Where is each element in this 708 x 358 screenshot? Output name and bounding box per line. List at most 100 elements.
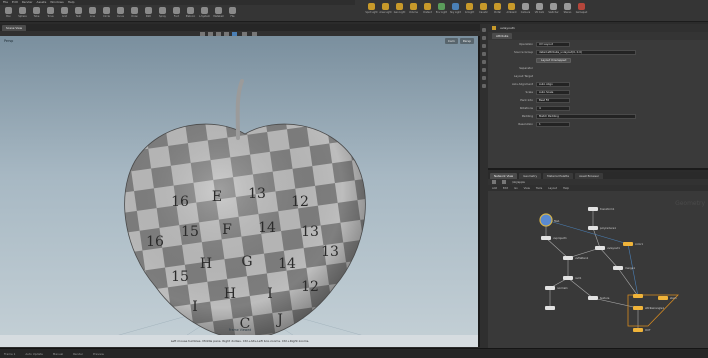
- brush-icon[interactable]: [482, 60, 486, 64]
- node-label: normal1: [557, 286, 568, 290]
- node-graph[interactable]: file1 transform1 polyreduce1 uvproject1 …: [488, 198, 708, 350]
- status-item[interactable]: Auto Update: [25, 352, 43, 356]
- shelf-tool[interactable]: File: [227, 6, 238, 20]
- shelf-light-tool[interactable]: Sky Light: [450, 2, 461, 16]
- view-icon[interactable]: [482, 76, 486, 80]
- shelf-light-tool[interactable]: Portal: [492, 2, 503, 16]
- network-menu-item[interactable]: Go: [514, 187, 518, 190]
- shelf-light-tool[interactable]: VR Cam: [534, 2, 545, 16]
- shelf-tool[interactable]: Draw: [129, 6, 140, 20]
- node-label: file1: [554, 219, 560, 223]
- network-path[interactable]: /obj/apple: [512, 181, 525, 184]
- camera-icon[interactable]: [482, 84, 486, 88]
- network-menu-item[interactable]: Tools: [536, 187, 542, 190]
- shelf-tool[interactable]: Line: [87, 6, 98, 20]
- shelf-light-tool[interactable]: Ambient: [506, 2, 517, 16]
- node-name[interactable]: uvlayout1: [500, 26, 515, 30]
- shelf-tool[interactable]: Torus: [45, 6, 56, 20]
- shelf-tool[interactable]: Path: [143, 6, 154, 20]
- forward-icon[interactable]: [502, 180, 506, 184]
- parameter-field[interactable]: Match Padding: [536, 113, 636, 119]
- shelf-tool[interactable]: Sphere: [17, 6, 28, 20]
- shelf-tool[interactable]: L-System: [199, 6, 210, 20]
- parameter-tabs: Attribute: [488, 32, 708, 40]
- menu-item[interactable]: Help: [68, 0, 75, 5]
- parameter-field[interactable]: 4: [536, 105, 570, 111]
- tab-scene-view[interactable]: Scene View: [2, 24, 27, 31]
- scale-icon[interactable]: [482, 52, 486, 56]
- network-menu-item[interactable]: Edit: [503, 187, 508, 190]
- menu-item[interactable]: Edit: [12, 0, 18, 5]
- shelf-tool[interactable]: Tube: [31, 6, 42, 20]
- shelf-tool-label: Distant: [423, 11, 432, 14]
- shelf-tool[interactable]: Font: [171, 6, 182, 20]
- shelf-tool[interactable]: Grid: [59, 6, 70, 20]
- select-icon[interactable]: [482, 28, 486, 32]
- shelf-light-tool[interactable]: Stereo: [562, 2, 573, 16]
- tab-attribute[interactable]: Attribute: [492, 33, 513, 39]
- status-item[interactable]: Render: [73, 352, 83, 356]
- apple-model[interactable]: E 13 16 12 F 15 14 13 16 G H 14 13 15 H …: [120, 76, 370, 346]
- network-menu-item[interactable]: View: [524, 187, 530, 190]
- menu-item[interactable]: File: [3, 0, 8, 5]
- shelf-light-tool[interactable]: Camera: [520, 2, 531, 16]
- shelf-light-tool[interactable]: GI Light: [464, 2, 475, 16]
- shelf-light-tool[interactable]: Area Light: [379, 2, 392, 16]
- parameter-button[interactable]: Layout Unwrapped: [536, 57, 572, 63]
- menu-item[interactable]: Assets: [37, 0, 47, 5]
- shelf-light-tool[interactable]: Distant: [422, 2, 433, 16]
- shelf-tool-icon: [215, 7, 222, 14]
- shelf-light-tool[interactable]: Caustic: [478, 2, 489, 16]
- status-item[interactable]: Preview: [93, 352, 104, 356]
- shelf-tool-label: Circle: [103, 15, 110, 18]
- network-menu-item[interactable]: Layout: [548, 187, 557, 190]
- light-icon: [452, 3, 459, 10]
- network-tab[interactable]: Network View: [490, 172, 518, 179]
- status-item[interactable]: Frame 1: [4, 352, 15, 356]
- rotate-icon[interactable]: [482, 44, 486, 48]
- parameter-field[interactable]: UV Layout: [536, 41, 570, 47]
- shelf-tool-icon: [229, 7, 236, 14]
- parameter-field[interactable]: detail:attribute_uvlayout(0, 0.0): [536, 49, 636, 55]
- parameter-field[interactable]: Auto Scale: [536, 89, 570, 95]
- shelf-light-tool[interactable]: Geo Light: [394, 2, 405, 16]
- shelf-light-tool[interactable]: Env Light: [436, 2, 447, 16]
- shelf-tool[interactable]: Null: [73, 6, 84, 20]
- shelf-light-tool[interactable]: Gamepad: [576, 2, 587, 16]
- shelf-tool-label: Box: [6, 15, 11, 18]
- network-tab[interactable]: Asset Browser: [575, 172, 603, 179]
- edit-icon[interactable]: [482, 68, 486, 72]
- node-body: [588, 226, 598, 230]
- shelf-tool[interactable]: Box: [3, 6, 14, 20]
- node-body: [541, 236, 551, 240]
- parameter-row: Layout Target: [488, 72, 708, 80]
- shelf-tool[interactable]: Platonic: [185, 6, 196, 20]
- shelf-tool-label: Grid: [61, 15, 68, 18]
- shelf-tool-icon: [187, 7, 194, 14]
- shelf-tool-label: Stereo: [563, 11, 572, 14]
- move-icon[interactable]: [482, 36, 486, 40]
- network-tab[interactable]: Geometry: [519, 172, 542, 179]
- shelf-light-tool[interactable]: Switcher: [548, 2, 559, 16]
- shelf-light-tool[interactable]: Spot Light: [365, 2, 378, 16]
- network-menu-item[interactable]: Help: [563, 187, 569, 190]
- shelf-tool-icon: [33, 7, 40, 14]
- light-icon: [480, 3, 487, 10]
- back-icon[interactable]: [492, 180, 496, 184]
- shelf-tool[interactable]: Spray: [157, 6, 168, 20]
- shelf-tool[interactable]: Metaball: [213, 6, 224, 20]
- status-item[interactable]: Manual: [53, 352, 63, 356]
- app-window: File Edit Render Assets Windows Help Box Spher…: [0, 0, 708, 358]
- shelf-light-tool[interactable]: Volume: [408, 2, 419, 16]
- shelf-tool[interactable]: Curve: [115, 6, 126, 20]
- scene-viewport[interactable]: Persp Cam Persp E 13 16 12 F 15 14 13 16…: [0, 36, 480, 347]
- menu-item[interactable]: Windows: [50, 0, 63, 5]
- parameter-field[interactable]: 1: [536, 121, 570, 127]
- menu-item[interactable]: Render: [22, 0, 33, 5]
- network-tab[interactable]: Material Palette: [543, 172, 574, 179]
- network-tabs: Network View Geometry Material Palette Asse…: [488, 172, 708, 179]
- parameter-field[interactable]: Auto Align: [536, 81, 570, 87]
- network-menu-item[interactable]: Add: [492, 187, 497, 190]
- parameter-field[interactable]: Best Fit: [536, 97, 570, 103]
- shelf-tool[interactable]: Circle: [101, 6, 112, 20]
